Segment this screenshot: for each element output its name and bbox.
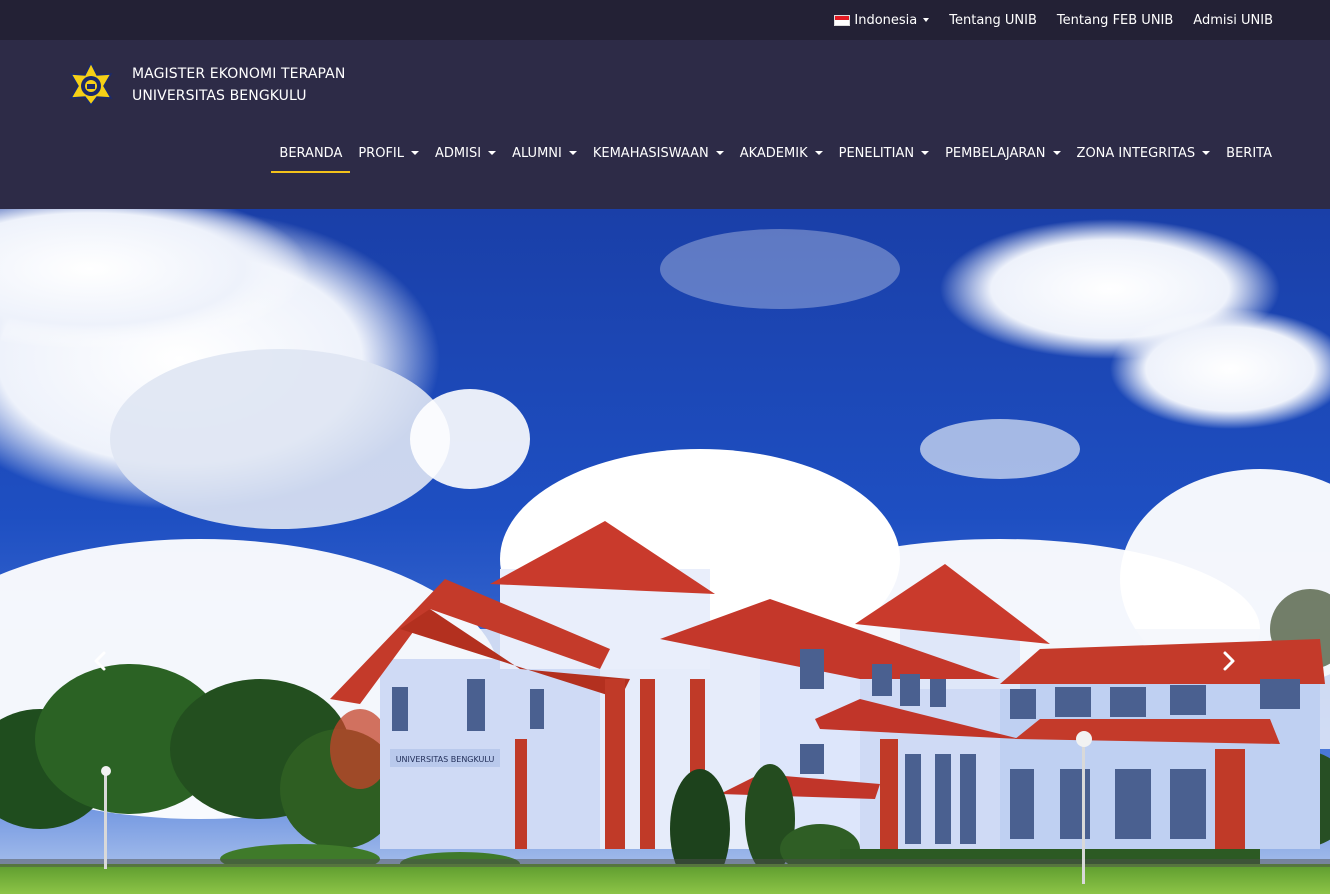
- nav-alumni[interactable]: ALUMNI: [504, 135, 585, 171]
- hero-carousel: UNIVERSITAS BENGKULU: [0, 209, 1330, 894]
- nav-profil[interactable]: PROFIL: [350, 135, 427, 171]
- top-bar: Indonesia Tentang UNIB Tentang FEB UNIB …: [0, 0, 1330, 40]
- campus-building-image: UNIVERSITAS BENGKULU: [0, 209, 1330, 894]
- nav-penelitian[interactable]: PENELITIAN: [831, 135, 937, 171]
- nav-admisi[interactable]: ADMISI: [427, 135, 504, 171]
- nav-kemahasiswaan[interactable]: KEMAHASISWAAN: [585, 135, 732, 171]
- language-selector[interactable]: Indonesia: [834, 12, 930, 28]
- brand-line-1: MAGISTER EKONOMI TERAPAN: [132, 66, 346, 82]
- caret-down-icon: [488, 151, 497, 155]
- nav-berita[interactable]: BERITA: [1218, 135, 1280, 171]
- caret-down-icon: [923, 18, 930, 22]
- nav-akademik[interactable]: AKADEMIK: [732, 135, 831, 171]
- nav-zona-integritas[interactable]: ZONA INTEGRITAS: [1069, 135, 1219, 171]
- nav-beranda[interactable]: BERANDA: [271, 135, 351, 173]
- caret-down-icon: [411, 151, 420, 155]
- caret-down-icon: [1202, 151, 1211, 155]
- caret-down-icon: [921, 151, 930, 155]
- caret-down-icon: [1052, 151, 1061, 155]
- carousel-next-icon[interactable]: [1216, 649, 1240, 673]
- top-bar-links: Indonesia Tentang UNIB Tentang FEB UNIB …: [834, 0, 1273, 40]
- caret-down-icon: [568, 151, 577, 155]
- nav-label: PENELITIAN: [838, 145, 915, 161]
- nav-label: BERITA: [1226, 145, 1272, 161]
- nav-label: ZONA INTEGRITAS: [1076, 145, 1196, 161]
- link-tentang-feb-unib[interactable]: Tentang FEB UNIB: [1057, 13, 1173, 28]
- nav-label: PROFIL: [358, 145, 405, 161]
- building-sign-text: UNIVERSITAS BENGKULU: [396, 755, 495, 764]
- language-label: Indonesia: [854, 12, 918, 28]
- brand-title: MAGISTER EKONOMI TERAPAN UNIVERSITAS BEN…: [132, 63, 345, 107]
- main-nav: BERANDA PROFIL ADMISI ALUMNI KEMAHASISWA…: [271, 135, 1280, 173]
- carousel-prev-icon[interactable]: [89, 649, 113, 673]
- caret-down-icon: [814, 151, 823, 155]
- unib-logo-icon: [69, 61, 113, 107]
- brand[interactable]: MAGISTER EKONOMI TERAPAN UNIVERSITAS BEN…: [68, 61, 345, 107]
- nav-label: KEMAHASISWAAN: [592, 145, 709, 161]
- nav-label: ALUMNI: [512, 145, 562, 161]
- nav-label: BERANDA: [279, 145, 343, 161]
- nav-label: PEMBELAJARAN: [945, 145, 1046, 161]
- link-admisi-unib[interactable]: Admisi UNIB: [1193, 13, 1273, 28]
- link-tentang-unib[interactable]: Tentang UNIB: [949, 13, 1037, 28]
- site-header: MAGISTER EKONOMI TERAPAN UNIVERSITAS BEN…: [0, 40, 1330, 209]
- nav-label: ADMISI: [435, 145, 482, 161]
- nav-pembelajaran[interactable]: PEMBELAJARAN: [937, 135, 1068, 171]
- caret-down-icon: [715, 151, 724, 155]
- brand-line-2: UNIVERSITAS BENGKULU: [132, 88, 307, 104]
- nav-label: AKADEMIK: [739, 145, 808, 161]
- indonesia-flag-icon: [834, 14, 851, 26]
